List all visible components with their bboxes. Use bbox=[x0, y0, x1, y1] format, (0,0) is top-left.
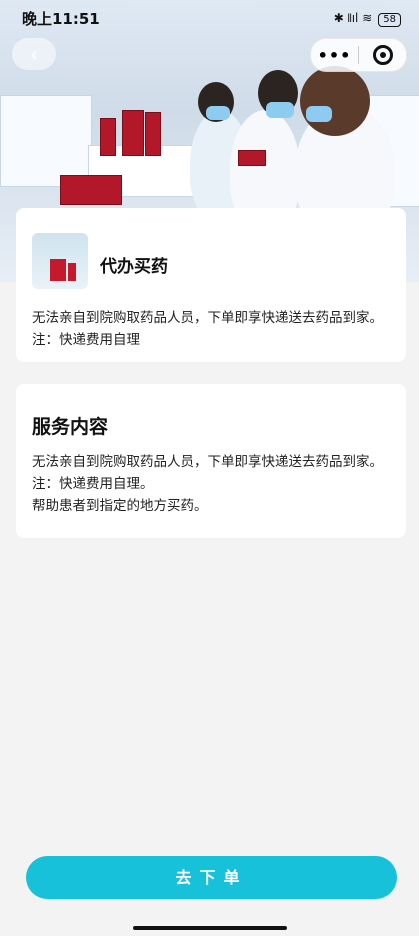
status-bar: 晚上11:51 ✱ 𝍪ıl ≋ 58 bbox=[0, 0, 419, 34]
battery-icon: 58 bbox=[378, 12, 401, 27]
signal-wifi-icon: ✱ 𝍪ıl ≋ bbox=[333, 11, 373, 25]
content-title: 服务内容 bbox=[32, 416, 109, 438]
content-description: 无法亲自到院购取药品人员，下单即享快递送去药品到家。注：快递费用自理。 帮助患者… bbox=[32, 451, 392, 517]
back-button[interactable]: ‹ bbox=[12, 38, 56, 70]
service-thumbnail bbox=[32, 233, 88, 289]
target-icon bbox=[372, 45, 393, 65]
home-indicator bbox=[133, 926, 287, 930]
status-time: 晚上11:51 bbox=[22, 10, 100, 28]
service-title: 代办买药 bbox=[100, 257, 168, 277]
close-miniprogram-button[interactable] bbox=[359, 45, 406, 65]
status-icons: ✱ 𝍪ıl ≋ 58 bbox=[334, 9, 401, 30]
miniprogram-capsule[interactable]: ••• bbox=[310, 38, 407, 72]
content-line: 无法亲自到院购取药品人员，下单即享快递送去药品到家。注：快递费用自理。 bbox=[32, 454, 383, 492]
more-icon[interactable]: ••• bbox=[311, 46, 358, 65]
chevron-left-icon: ‹ bbox=[30, 42, 38, 66]
service-description: 无法亲自到院购取药品人员，下单即享快递送去药品到家。注：快递费用自理 bbox=[32, 310, 383, 348]
service-card: 代办买药 无法亲自到院购取药品人员，下单即享快递送去药品到家。注：快递费用自理 bbox=[16, 208, 406, 362]
content-line: 帮助患者到指定的地方买药。 bbox=[32, 498, 208, 514]
content-card: 服务内容 无法亲自到院购取药品人员，下单即享快递送去药品到家。注：快递费用自理。… bbox=[16, 384, 406, 538]
place-order-button[interactable]: 去下单 bbox=[26, 856, 397, 899]
